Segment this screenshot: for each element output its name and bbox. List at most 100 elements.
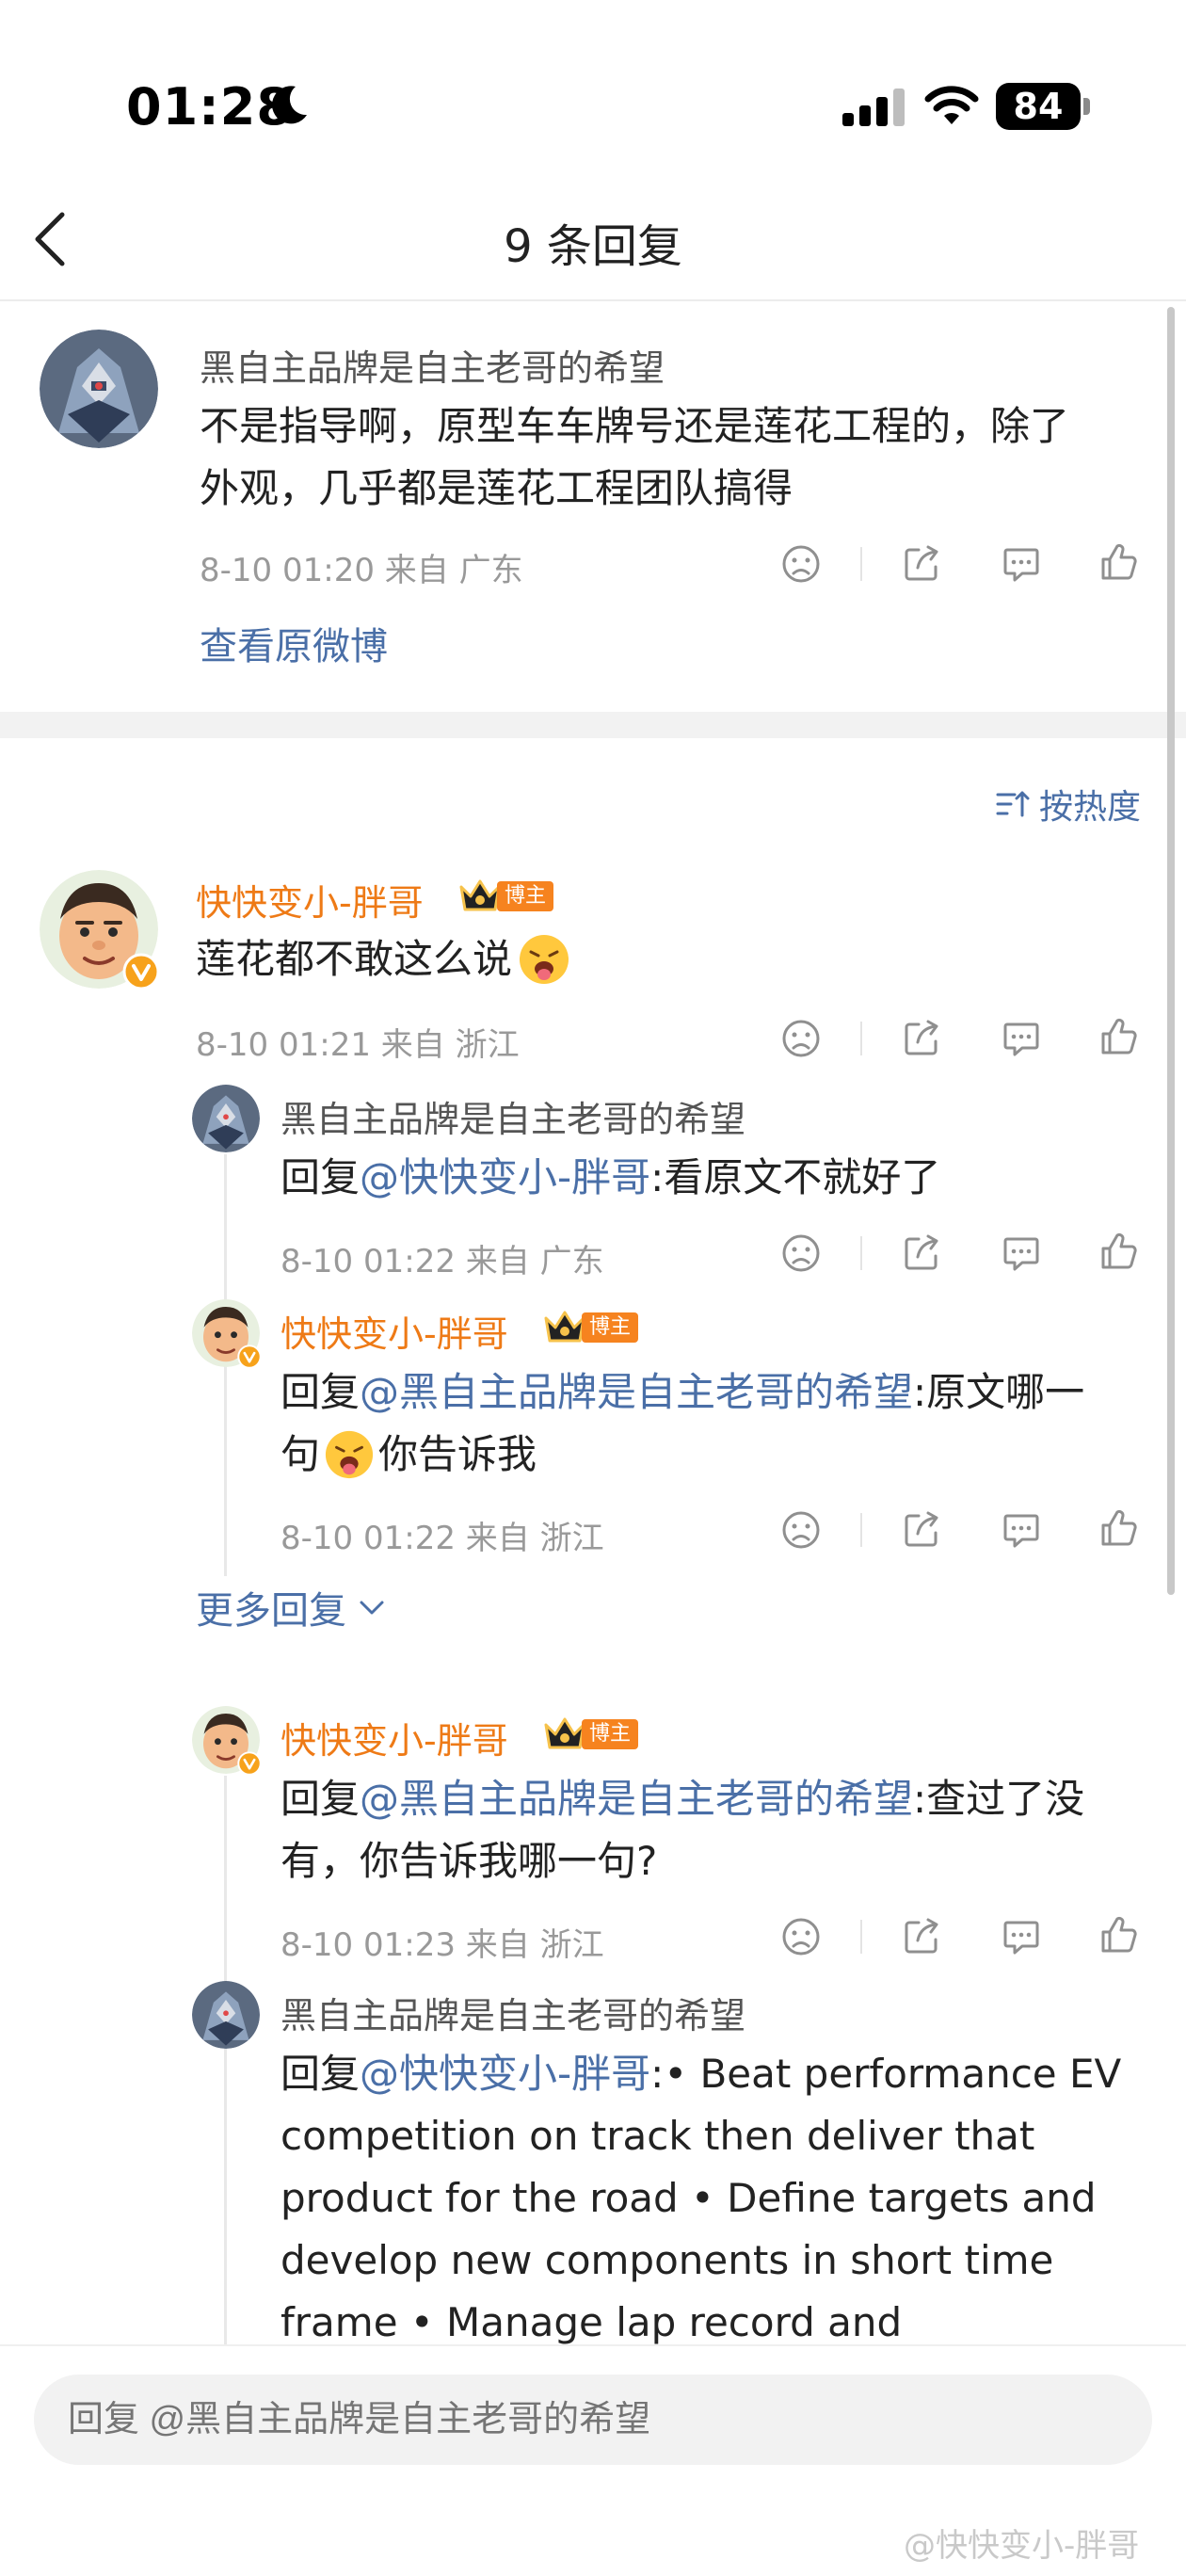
reply-prefix: 回复 (280, 1369, 361, 1415)
comment-text: 莲花都不敢这么说 (196, 936, 513, 982)
reply-body: 回复@快快变小-胖哥:• Beat performance EV (280, 2043, 1121, 2105)
cellular-signal-icon (842, 89, 905, 126)
comment-author[interactable]: 黑自主品牌是自主老哥的希望 (200, 339, 665, 391)
section-divider (0, 712, 1186, 738)
sort-label: 按热度 (1039, 788, 1142, 827)
tongue-emoji-icon (520, 935, 569, 984)
reply-meta: 8-10 01:22 来自 浙江 (280, 1520, 604, 1557)
reply-body-line2: 句 你告诉我 (280, 1424, 537, 1486)
verified-badge-icon (237, 1344, 262, 1369)
more-replies-button[interactable]: 更多回复 (196, 1580, 388, 1634)
reply-prefix: 回复 (280, 2051, 361, 2097)
scrollbar[interactable] (1167, 307, 1175, 1595)
header-divider (0, 299, 1186, 301)
reply-author[interactable]: 黑自主品牌是自主老哥的希望 (280, 1090, 745, 1142)
comment-icon[interactable] (1002, 544, 1041, 584)
badge-label: 博主 (497, 881, 554, 911)
crown-icon (544, 1717, 585, 1749)
reply-text-line: competition on track then deliver that (280, 2113, 1035, 2159)
like-thumb-icon[interactable] (1099, 542, 1139, 582)
more-replies-label: 更多回复 (196, 1589, 346, 1633)
sort-by-hot-button[interactable]: 按热度 (994, 778, 1141, 830)
dislike-face-icon[interactable] (781, 544, 821, 584)
badge-label: 博主 (582, 1719, 639, 1749)
sort-icon (996, 791, 1030, 817)
reply-prefix: 回复 (280, 1154, 361, 1200)
verified-badge-icon (122, 953, 160, 990)
reply-text-line: develop new components in short time (280, 2237, 1054, 2283)
comment-author[interactable]: 快快变小-胖哥 (196, 874, 424, 926)
badge-label: 博主 (582, 1312, 639, 1343)
dislike-face-icon[interactable] (781, 1019, 821, 1058)
share-icon[interactable] (902, 1917, 941, 1956)
wifi-icon (924, 86, 979, 124)
share-icon[interactable] (902, 544, 941, 584)
reply-text: 你告诉我 (378, 1431, 537, 1477)
reply-author[interactable]: 快快变小-胖哥 (280, 1712, 508, 1763)
reply-text: :• Beat performance EV (650, 2051, 1122, 2097)
like-thumb-icon[interactable] (1099, 1915, 1139, 1955)
comment-body: 莲花都不敢这么说 (196, 928, 570, 990)
moon-icon (272, 86, 307, 124)
comment-icon[interactable] (1002, 1233, 1041, 1273)
mecha-avatar-icon (40, 330, 158, 448)
reply-body: 回复@黑自主品牌是自主老哥的希望:查过了没 (280, 1768, 1084, 1830)
reply-text-line: product for the road • Define targets an… (280, 2175, 1097, 2221)
avatar[interactable] (192, 1085, 260, 1152)
share-icon[interactable] (902, 1233, 941, 1273)
comment-meta: 8-10 01:20 来自 广东 (200, 552, 523, 589)
crown-icon (544, 1311, 585, 1343)
crown-icon (459, 879, 501, 911)
avatar[interactable] (40, 330, 158, 448)
comment-icon[interactable] (1002, 1019, 1041, 1058)
dislike-face-icon[interactable] (781, 1233, 821, 1273)
comment-text-line: 外观，几乎都是莲花工程团队搞得 (200, 465, 793, 511)
tongue-emoji-icon (325, 1430, 374, 1479)
share-icon[interactable] (902, 1019, 941, 1058)
blogger-badge: 博主 (542, 1309, 639, 1346)
comment-icon[interactable] (1002, 1917, 1041, 1956)
like-thumb-icon[interactable] (1099, 1017, 1139, 1056)
share-icon[interactable] (902, 1510, 941, 1550)
battery-indicator: 84 (996, 83, 1090, 130)
reply-author[interactable]: 快快变小-胖哥 (280, 1305, 508, 1357)
view-original-link[interactable]: 查看原微博 (200, 616, 388, 670)
dislike-face-icon[interactable] (781, 1917, 821, 1956)
blogger-badge: 博主 (457, 877, 554, 915)
reply-prefix: 回复 (280, 1776, 361, 1822)
like-thumb-icon[interactable] (1099, 1232, 1139, 1271)
weibo-watermark: @快快变小-胖哥 (904, 2527, 1140, 2565)
like-thumb-icon[interactable] (1099, 1508, 1139, 1548)
page-title: 9 条回复 (504, 220, 682, 273)
reply-meta: 8-10 01:22 来自 广东 (280, 1243, 604, 1280)
reply-body: 回复@快快变小-胖哥:看原文不就好了 (280, 1147, 940, 1209)
reply-text: :查过了没 (913, 1776, 1085, 1822)
thread-line (224, 1776, 227, 2344)
mecha-avatar-icon (192, 1085, 260, 1152)
action-separator (860, 1513, 862, 1547)
reply-input[interactable] (34, 2375, 1152, 2465)
mention-link[interactable]: @快快变小-胖哥 (360, 2051, 650, 2097)
comment-meta: 8-10 01:21 来自 浙江 (196, 1026, 520, 1064)
mention-link[interactable]: @快快变小-胖哥 (360, 1154, 650, 1200)
reply-text: :看原文不就好了 (650, 1154, 941, 1200)
mecha-avatar-icon (192, 1981, 260, 2049)
reply-author[interactable]: 黑自主品牌是自主老哥的希望 (280, 1987, 745, 2038)
battery-level: 84 (996, 83, 1081, 130)
chevron-down-icon (360, 1601, 384, 1615)
blogger-badge: 博主 (542, 1715, 639, 1753)
dislike-face-icon[interactable] (781, 1510, 821, 1550)
comment-icon[interactable] (1002, 1510, 1041, 1550)
reply-text: 句 (280, 1431, 321, 1477)
mention-link[interactable]: @黑自主品牌是自主老哥的希望 (360, 1369, 913, 1415)
action-separator (860, 547, 862, 581)
action-separator (860, 1022, 862, 1055)
battery-tip (1083, 98, 1090, 115)
reply-body: 回复@黑自主品牌是自主老哥的希望:原文哪一 (280, 1361, 1084, 1424)
reply-meta: 8-10 01:23 来自 浙江 (280, 1926, 604, 1964)
back-arrow-icon[interactable] (30, 209, 70, 269)
mention-link[interactable]: @黑自主品牌是自主老哥的希望 (360, 1776, 913, 1822)
action-separator (860, 1236, 862, 1270)
reply-text-line: 有，你告诉我哪一句? (280, 1838, 658, 1884)
avatar[interactable] (192, 1981, 260, 2049)
